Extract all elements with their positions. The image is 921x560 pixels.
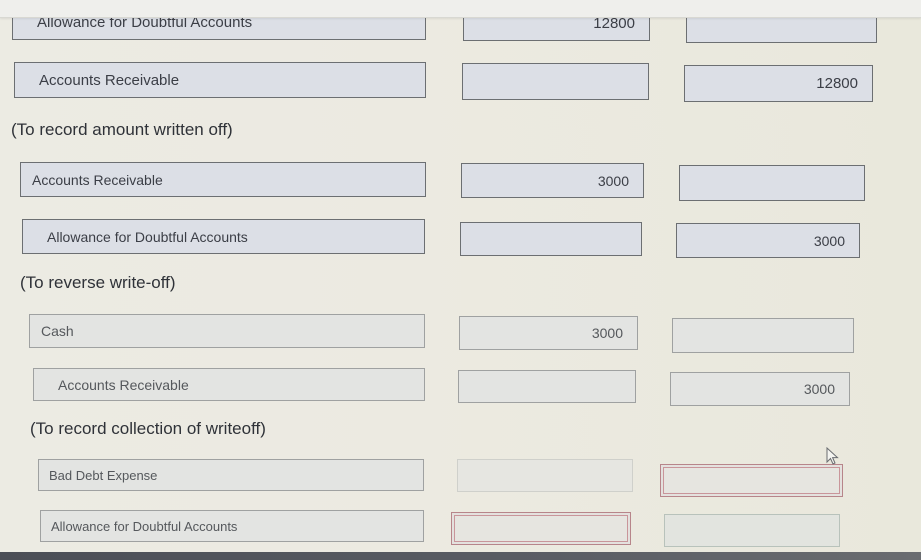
credit-field-2-1[interactable] bbox=[679, 165, 865, 201]
account-text: Allowance for Doubtful Accounts bbox=[51, 518, 238, 534]
credit-field-4-2[interactable] bbox=[664, 514, 840, 547]
account-text: Accounts Receivable bbox=[58, 376, 189, 393]
credit-field-2-2[interactable]: 3000 bbox=[676, 223, 860, 258]
account-field-3-2[interactable]: Accounts Receivable bbox=[33, 368, 425, 401]
debit-field-2-2[interactable] bbox=[460, 222, 642, 256]
credit-value: 12800 bbox=[816, 75, 858, 92]
debit-value: 3000 bbox=[597, 172, 629, 189]
memo-2: (To reverse write-off) bbox=[20, 273, 176, 292]
account-field-3-1[interactable]: Cash bbox=[29, 314, 425, 348]
bottom-window-edge bbox=[0, 552, 921, 560]
account-text: Accounts Receivable bbox=[32, 171, 163, 188]
account-text: Accounts Receivable bbox=[39, 71, 180, 89]
account-text: Allowance for Doubtful Accounts bbox=[47, 228, 248, 245]
debit-field-3-2[interactable] bbox=[458, 370, 636, 403]
credit-field-3-1[interactable] bbox=[672, 318, 854, 353]
account-field-4-1[interactable]: Bad Debt Expense bbox=[38, 459, 424, 491]
account-field-1-2[interactable]: Accounts Receivable bbox=[14, 62, 426, 98]
credit-value: 3000 bbox=[813, 232, 845, 249]
debit-field-4-2[interactable] bbox=[451, 512, 631, 545]
memo-3: (To record collection of writeoff) bbox=[30, 419, 266, 438]
account-field-2-1[interactable]: Accounts Receivable bbox=[20, 162, 426, 197]
credit-value: 3000 bbox=[803, 381, 835, 397]
debit-field-4-1[interactable] bbox=[457, 459, 633, 492]
account-field-2-2[interactable]: Allowance for Doubtful Accounts bbox=[22, 219, 425, 254]
account-text: Cash bbox=[41, 323, 74, 339]
debit-field-2-1[interactable]: 3000 bbox=[461, 163, 644, 198]
debit-field-1-2[interactable] bbox=[462, 63, 649, 100]
credit-field-1-2[interactable]: 12800 bbox=[684, 65, 873, 102]
top-window-edge bbox=[0, 0, 921, 18]
account-field-4-2[interactable]: Allowance for Doubtful Accounts bbox=[40, 510, 424, 542]
account-text: Bad Debt Expense bbox=[49, 467, 158, 483]
memo-1: (To record amount written off) bbox=[11, 120, 233, 139]
debit-value: 3000 bbox=[591, 325, 623, 341]
mouse-pointer-icon bbox=[826, 447, 839, 465]
credit-field-3-2[interactable]: 3000 bbox=[670, 372, 850, 406]
credit-field-4-1[interactable] bbox=[660, 464, 843, 497]
debit-field-3-1[interactable]: 3000 bbox=[459, 316, 638, 350]
